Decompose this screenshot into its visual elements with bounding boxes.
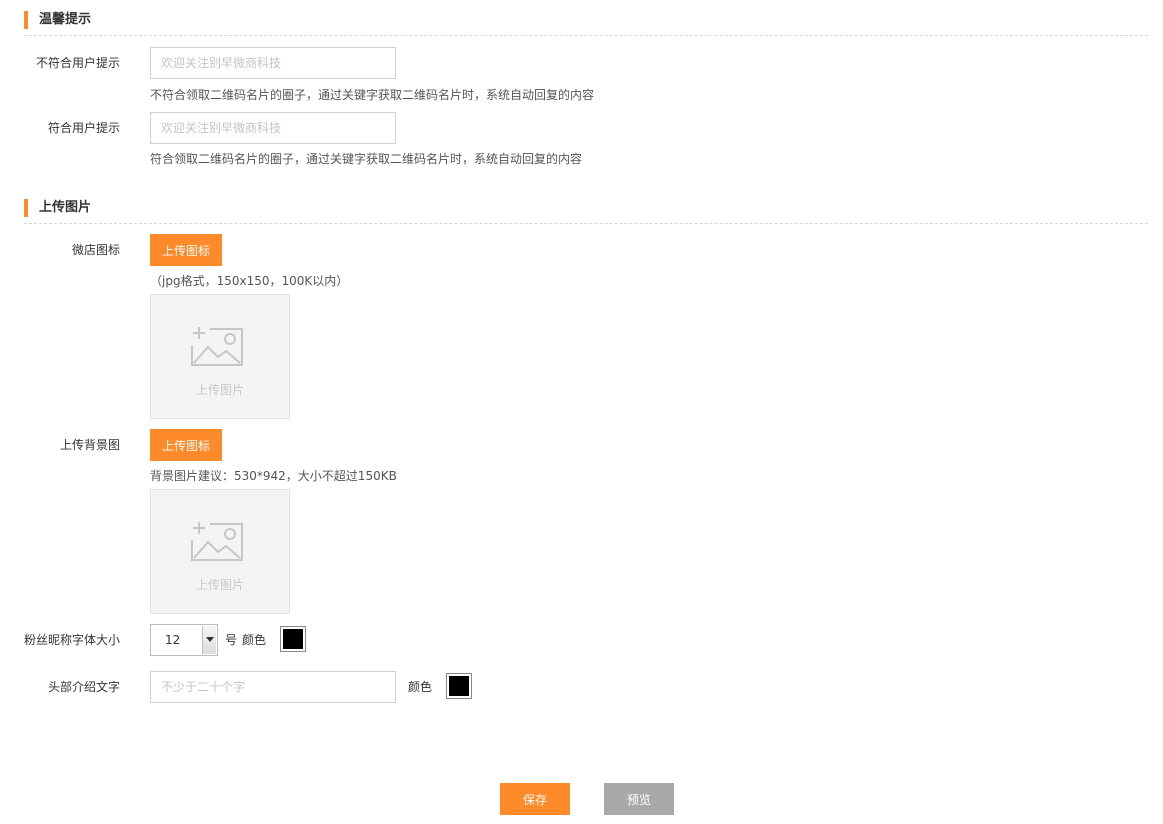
match-tip-hint: 符合领取二维码名片的圈子，通过关键字获取二维码名片时，系统自动回复的内容 [150,152,583,166]
section-accent-bar [24,11,28,29]
image-placeholder-icon [191,522,243,561]
font-color-fill [283,629,303,649]
header-text-input[interactable] [150,671,396,703]
save-button[interactable]: 保存 [500,783,570,815]
background-image-hint: 背景图片建议：530*942，大小不超过150KB [150,469,397,483]
background-upload-area[interactable]: 上传图片 [150,489,290,614]
font-size-select[interactable]: 12 [150,624,218,656]
font-size-value: 12 [165,633,181,647]
font-color-swatch[interactable] [280,626,306,652]
header-text-label: 头部介绍文字 [47,680,120,694]
font-size-unit: 号 [225,633,238,647]
upload-placeholder-text: 上传图片 [195,383,244,397]
header-color-fill [449,676,469,696]
nonmatch-tip-input[interactable] [150,47,396,79]
section-header-tips: 温馨提示 [24,5,1148,36]
shop-icon-upload-area[interactable]: 上传图片 [150,294,290,419]
upload-background-button[interactable]: 上传图标 [150,429,222,461]
shop-icon-hint: （jpg格式，150x150，100K以内） [150,274,349,288]
image-placeholder-icon [191,327,243,366]
match-tip-label: 符合用户提示 [47,121,120,135]
background-image-label: 上传背景图 [59,438,120,452]
preview-button[interactable]: 预览 [604,783,674,815]
font-color-label: 颜色 [242,633,267,647]
header-color-label: 颜色 [408,680,433,694]
font-size-label: 粉丝昵称字体大小 [23,633,120,647]
section-accent-bar [24,199,28,217]
upload-placeholder-text: 上传图片 [195,578,244,592]
shop-icon-label: 微店图标 [71,243,120,257]
dropdown-arrow-icon[interactable] [202,626,216,654]
nonmatch-tip-hint: 不符合领取二维码名片的圈子，通过关键字获取二维码名片时，系统自动回复的内容 [150,88,595,102]
section-title-upload: 上传图片 [39,200,92,215]
header-color-swatch[interactable] [446,673,472,699]
upload-shop-icon-button[interactable]: 上传图标 [150,234,222,266]
match-tip-input[interactable] [150,112,396,144]
section-title-tips: 温馨提示 [39,12,92,27]
nonmatch-tip-label: 不符合用户提示 [35,56,120,70]
section-header-upload: 上传图片 [24,193,1148,224]
